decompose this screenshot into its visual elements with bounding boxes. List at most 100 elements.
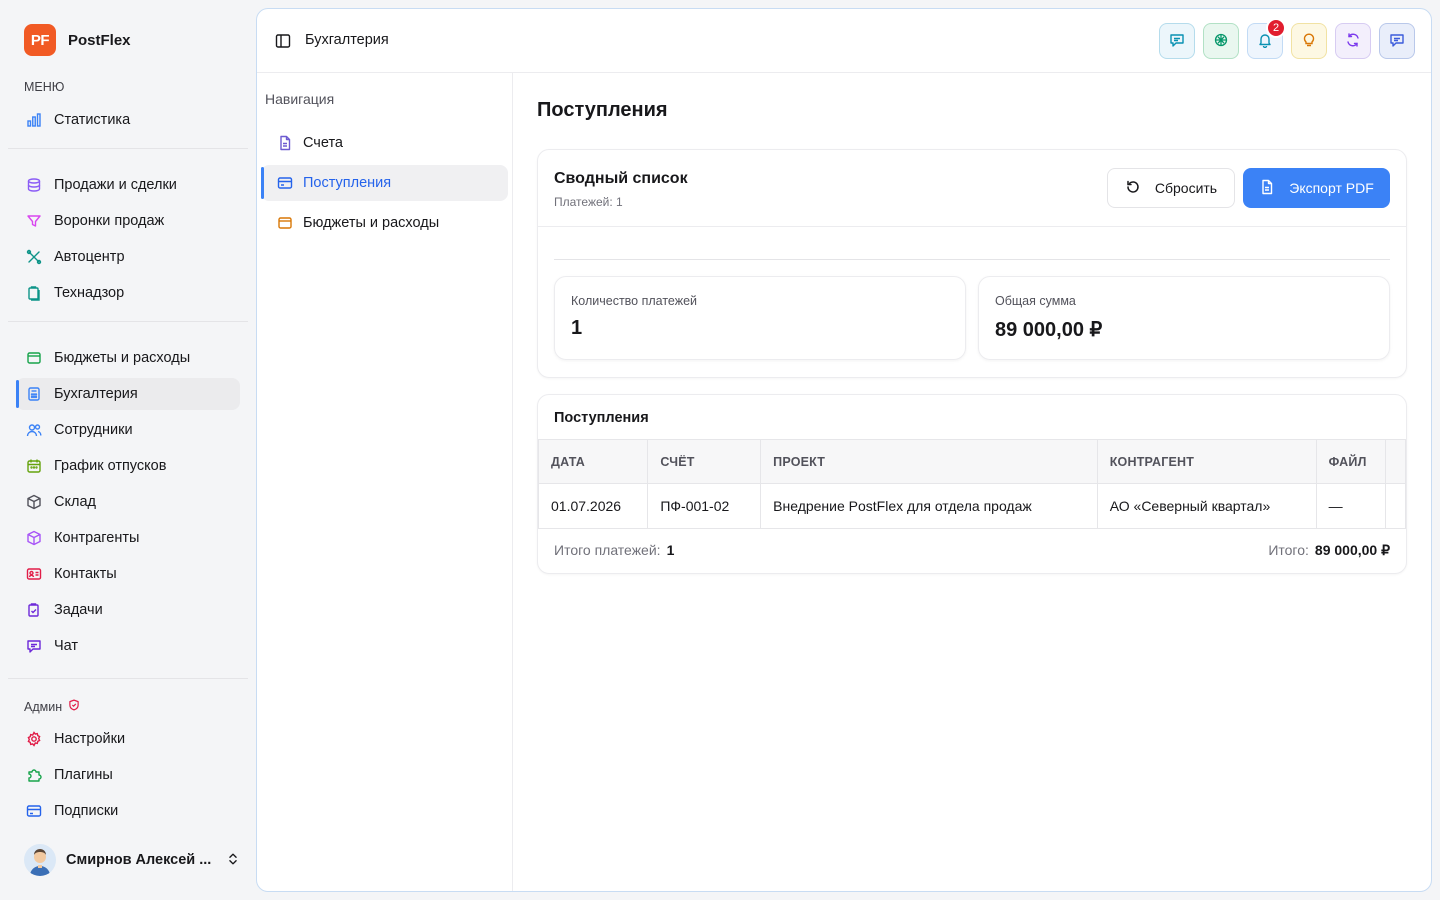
subnav-item-receipts[interactable]: Поступления (261, 165, 508, 201)
stat-payments-count: Количество платежей 1 (554, 276, 966, 360)
brand[interactable]: PF PostFlex (24, 24, 131, 56)
sidebar-item-label: Подписки (54, 803, 119, 819)
stat-label: Общая сумма (995, 294, 1076, 308)
sidebar-item-label: Сотрудники (54, 422, 133, 438)
cell-project: Внедрение PostFlex для отдела продаж (760, 483, 1098, 529)
summary-card: Сводный список Платежей: 1 Сбросить Эксп… (537, 149, 1407, 378)
column-header-counterparty[interactable]: КОНТРАГЕНТ (1096, 439, 1317, 484)
topbar-title: Бухгалтерия (305, 32, 389, 48)
sidebar-toggle-icon[interactable] (275, 33, 291, 49)
contact-card-icon (26, 566, 42, 582)
sidebar-item-label: Технадзор (54, 285, 125, 301)
column-header-project[interactable]: ПРОЕКТ (760, 439, 1098, 484)
reset-button[interactable]: Сбросить (1107, 168, 1235, 208)
user-menu[interactable]: Смирнов Алексей ... (24, 843, 240, 877)
chat-icon (26, 638, 42, 654)
column-header-file[interactable]: ФАЙЛ (1315, 439, 1387, 484)
calendar-icon (26, 458, 42, 474)
footer-count-label: Итого платежей: (554, 542, 661, 558)
chat-bubble-icon (1389, 32, 1405, 51)
sidebar-item-subscriptions[interactable]: Подписки (16, 795, 240, 827)
sidebar-divider (8, 148, 248, 149)
sidebar-item-autocenter[interactable]: Автоцентр (16, 241, 240, 273)
sidebar-item-label: Настройки (54, 731, 126, 747)
shield-icon (68, 699, 80, 714)
sidebar-item-chat[interactable]: Чат (16, 630, 240, 662)
bar-chart-icon (26, 112, 42, 128)
export-pdf-button[interactable]: Экспорт PDF (1243, 168, 1390, 208)
cell-actions (1385, 483, 1406, 529)
box-icon (26, 494, 42, 510)
clipboard-icon (26, 285, 42, 301)
sync-button[interactable] (1335, 23, 1371, 59)
sidebar-item-counterparties[interactable]: Контрагенты (16, 522, 240, 554)
table-title: Поступления (554, 410, 649, 426)
sidebar-item-label: Контакты (54, 566, 117, 582)
sidebar-item-label: Статистика (54, 112, 131, 128)
sidebar-item-warehouse[interactable]: Склад (16, 486, 240, 518)
summary-divider (554, 259, 1390, 260)
subnav-title: Навигация (265, 91, 335, 107)
footer-total-label: Итого: (1268, 542, 1309, 558)
openai-icon (1213, 32, 1229, 51)
brand-name: PostFlex (68, 31, 131, 49)
chevron-up-down-icon (226, 852, 240, 869)
sidebar-item-accounting[interactable]: Бухгалтерия (16, 378, 240, 410)
sidebar-item-technadzor[interactable]: Технадзор (16, 277, 240, 309)
subnav-item-label: Бюджеты и расходы (303, 215, 440, 231)
lightbulb-icon (1301, 32, 1317, 51)
sidebar-item-label: Автоцентр (54, 249, 125, 265)
avatar (24, 844, 56, 876)
file-text-icon (1259, 179, 1275, 198)
cell-date: 01.07.2026 (538, 483, 649, 529)
ai-button[interactable] (1203, 23, 1239, 59)
sidebar-item-sales[interactable]: Продажи и сделки (16, 169, 240, 201)
subnav-item-budgets[interactable]: Бюджеты и расходы (261, 205, 508, 241)
sidebar-item-contacts[interactable]: Контакты (16, 558, 240, 590)
chat-button[interactable] (1379, 23, 1415, 59)
sidebar-item-label: Склад (54, 494, 96, 510)
stat-label: Количество платежей (571, 294, 698, 308)
sidebar-item-label: Бюджеты и расходы (54, 350, 191, 366)
file-icon (277, 135, 293, 151)
table-row[interactable]: 01.07.2026 ПФ-001-02 Внедрение PostFlex … (538, 483, 1406, 529)
sidebar-divider (8, 321, 248, 322)
footer-count: Итого платежей: 1 (554, 542, 674, 558)
summary-divider (538, 226, 1406, 227)
reset-icon (1125, 179, 1141, 198)
subnav-item-label: Счета (303, 135, 343, 151)
column-header-actions (1385, 439, 1406, 484)
admin-label: Админ (24, 699, 63, 714)
sidebar-item-statistics[interactable]: Статистика (16, 104, 240, 136)
gear-icon (26, 731, 42, 747)
refresh-icon (1345, 32, 1361, 51)
messages-button[interactable] (1159, 23, 1195, 59)
sidebar-item-plugins[interactable]: Плагины (16, 759, 240, 791)
puzzle-icon (26, 767, 42, 783)
sidebar-item-employees[interactable]: Сотрудники (16, 414, 240, 446)
reset-label: Сбросить (1154, 180, 1218, 196)
section-navigation: Навигация Счета Поступления Бюджеты и ра… (257, 73, 513, 891)
sidebar: PF PostFlex МЕНЮ Статистика Продажи и сд… (0, 0, 256, 900)
user-name: Смирнов Алексей ... (66, 852, 212, 868)
wallet-icon (26, 350, 42, 366)
stat-total-amount: Общая сумма 89 000,00 ₽ (978, 276, 1390, 360)
subnav-item-invoices[interactable]: Счета (261, 125, 508, 161)
wallet-icon (277, 215, 293, 231)
main-frame: Бухгалтерия 2 Навигация Счета Поступлени… (256, 8, 1432, 892)
sidebar-item-funnels[interactable]: Воронки продаж (16, 205, 240, 237)
sidebar-item-settings[interactable]: Настройки (16, 723, 240, 755)
column-header-date[interactable]: ДАТА (538, 439, 649, 484)
ideas-button[interactable] (1291, 23, 1327, 59)
summary-subtitle: Платежей: 1 (554, 195, 623, 209)
sidebar-item-tasks[interactable]: Задачи (16, 594, 240, 626)
cell-invoice: ПФ-001-02 (647, 483, 762, 529)
column-header-invoice[interactable]: СЧЁТ (647, 439, 762, 484)
stat-value: 1 (571, 317, 583, 339)
footer-count-value: 1 (666, 542, 675, 558)
credit-card-icon (277, 175, 293, 191)
sidebar-item-vacations[interactable]: График отпусков (16, 450, 240, 482)
notifications-button[interactable]: 2 (1247, 18, 1286, 59)
sidebar-item-budgets[interactable]: Бюджеты и расходы (16, 342, 240, 374)
credit-card-icon (26, 803, 42, 819)
